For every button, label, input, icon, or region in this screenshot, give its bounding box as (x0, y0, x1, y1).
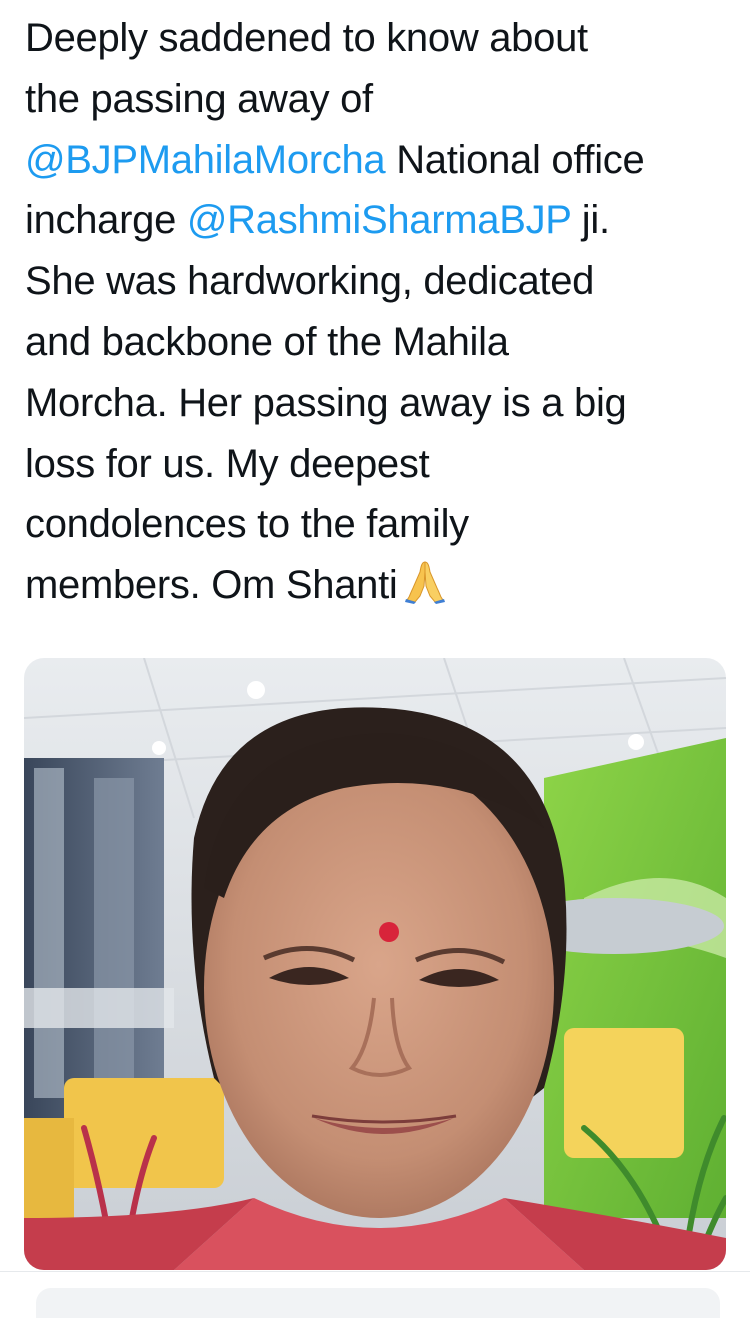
tweet-text-segment: She was hardworking, dedicated (25, 259, 595, 304)
divider (0, 1271, 750, 1272)
tweet-text-segment: Morcha. Her passing away is a big (25, 380, 627, 425)
portrait-photo (24, 658, 726, 1270)
tweet-text-segment: condolences to the family (25, 502, 469, 547)
tweet-line: Deeply saddened to know about (25, 8, 730, 69)
reply-bar[interactable] (36, 1288, 720, 1318)
tweet-line: condolences to the family (25, 494, 730, 555)
tweet-line: loss for us. My deepest (25, 434, 730, 495)
tweet-text-segment: National office (385, 137, 645, 182)
tweet-line: Morcha. Her passing away is a big (25, 373, 730, 434)
tweet-photo[interactable] (24, 658, 726, 1270)
tweet-line: incharge @RashmiSharmaBJP ji. (25, 190, 730, 251)
tweet-line: members. Om Shanti (25, 555, 730, 622)
tweet-line: and backbone of the Mahila (25, 312, 730, 373)
tweet-text-segment: members. Om Shanti (25, 563, 398, 608)
mention-link-bjpmahilamorcha[interactable]: @BJPMahilaMorcha (25, 138, 386, 182)
tweet-text-segment: incharge (25, 198, 187, 243)
tweet-text-segment: loss for us. My deepest (25, 441, 430, 486)
tweet-text-segment: and backbone of the Mahila (25, 319, 509, 364)
mention-link-rashmisharmabjp[interactable]: @RashmiSharmaBJP (187, 198, 571, 242)
tweet-text-segment: the passing away of (25, 76, 373, 121)
tweet-line: the passing away of (25, 69, 730, 130)
tweet-line: @BJPMahilaMorcha National office (25, 130, 730, 191)
tweet-text-segment: ji. (570, 198, 610, 243)
tweet-text-segment: Deeply saddened to know about (25, 16, 588, 60)
folded-hands-icon (404, 560, 446, 622)
tweet-line: She was hardworking, dedicated (25, 251, 730, 312)
tweet-text: Deeply saddened to know about the passin… (25, 8, 730, 622)
